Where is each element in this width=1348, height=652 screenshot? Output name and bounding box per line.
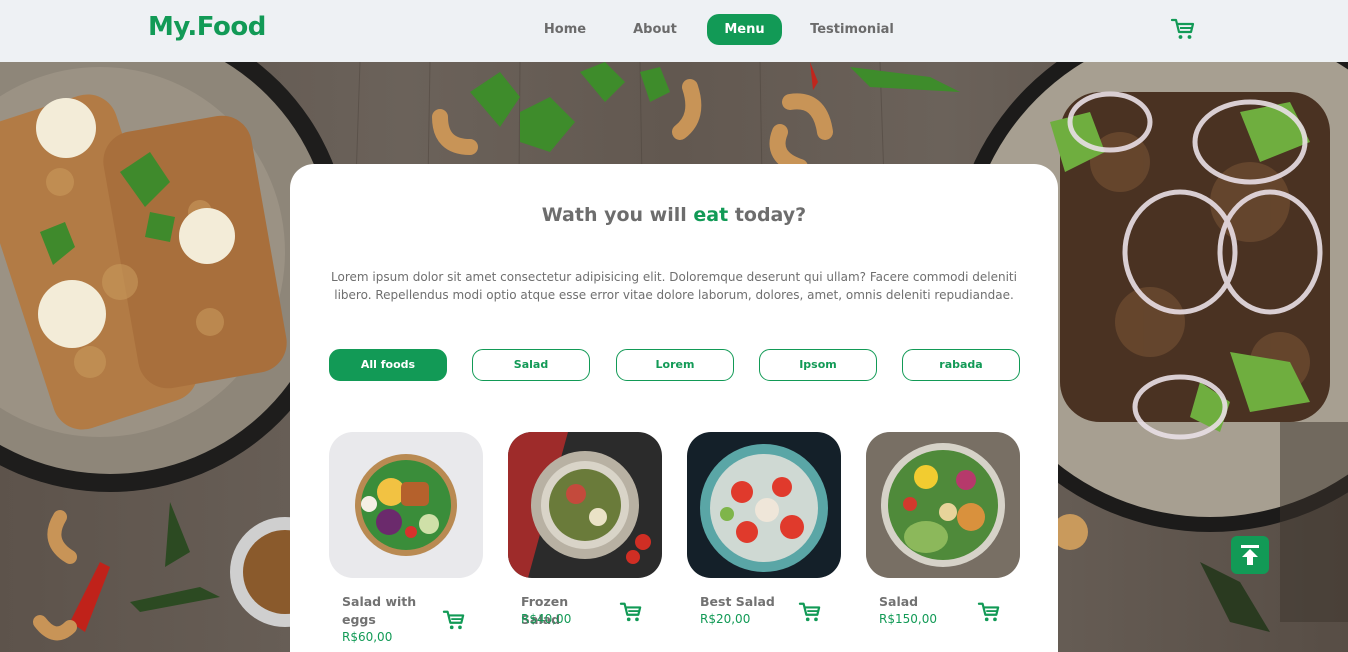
- add-to-cart-icon[interactable]: [977, 601, 1001, 623]
- add-to-cart-icon[interactable]: [442, 609, 466, 631]
- filter-rabada[interactable]: rabada: [902, 349, 1020, 381]
- logo[interactable]: My.Food: [148, 12, 266, 42]
- filter-all-foods[interactable]: All foods: [329, 349, 447, 381]
- headline-accent: eat: [693, 204, 729, 226]
- filter-ipsom[interactable]: Ipsom: [759, 349, 877, 381]
- product-price: R$40,00: [521, 612, 572, 626]
- cart-icon[interactable]: [1170, 17, 1196, 41]
- product-price: R$20,00: [700, 612, 751, 626]
- nav-about[interactable]: About: [620, 14, 690, 45]
- filter-lorem[interactable]: Lorem: [616, 349, 734, 381]
- scroll-to-top-button[interactable]: [1231, 536, 1269, 574]
- product-name: Best Salad: [700, 594, 775, 609]
- product-name: Salad with eggs: [342, 594, 417, 627]
- product-image[interactable]: [866, 432, 1020, 578]
- navbar: My.Food Home About Menu Testimonial: [0, 0, 1348, 62]
- add-to-cart-icon[interactable]: [619, 601, 643, 623]
- product-image[interactable]: [687, 432, 841, 578]
- product-name: Salad: [879, 594, 919, 609]
- filter-salad[interactable]: Salad: [472, 349, 590, 381]
- product-image[interactable]: [329, 432, 483, 578]
- product-image[interactable]: [508, 432, 662, 578]
- menu-headline: Wath you will eat today?: [541, 204, 807, 226]
- add-to-cart-icon[interactable]: [798, 601, 822, 623]
- product-price: R$150,00: [879, 612, 937, 626]
- menu-intro-text: Lorem ipsum dolor sit amet consectetur a…: [331, 270, 1017, 302]
- nav-testimonial[interactable]: Testimonial: [805, 14, 899, 45]
- product-price: R$60,00: [342, 630, 393, 644]
- nav-home[interactable]: Home: [530, 14, 600, 45]
- menu-card: Wath you will eat today? Lorem ipsum dol…: [290, 164, 1058, 652]
- nav-menu[interactable]: Menu: [707, 14, 782, 45]
